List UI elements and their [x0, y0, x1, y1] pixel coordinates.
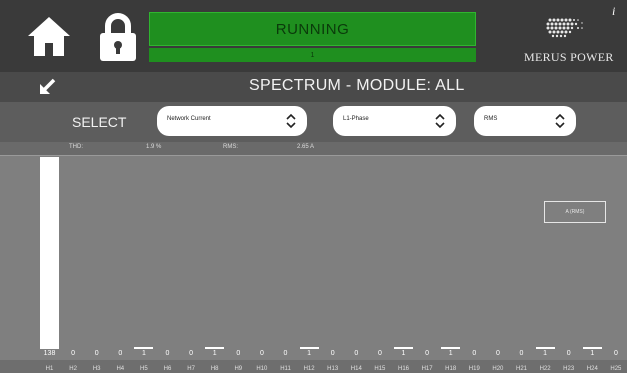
back-arrow-icon[interactable]: [38, 78, 56, 96]
bar-value-label: 1: [543, 350, 548, 357]
spectrum-bar: [441, 347, 461, 349]
info-icon[interactable]: i: [612, 4, 615, 19]
bar-value-label: 0: [472, 350, 477, 357]
chevron-updown-icon: [435, 113, 445, 129]
x-tick-label: H4: [116, 366, 125, 372]
bar-value-label: 0: [71, 350, 76, 357]
x-tick-label: H6: [163, 366, 172, 372]
bar-value-label: 0: [519, 350, 524, 357]
bar-value-label: 0: [118, 350, 123, 357]
x-tick-label: H18: [445, 366, 457, 372]
signal-dropdown[interactable]: Network Current: [157, 106, 307, 136]
spectrum-bar: [134, 347, 154, 349]
thd-value: 1.9 %: [146, 144, 162, 150]
bar-value-label: 0: [377, 350, 382, 357]
spectrum-bar: [205, 347, 225, 349]
x-tick-label: H5: [140, 366, 148, 372]
x-tick-label: H16: [397, 366, 409, 372]
bar-value-label: 0: [330, 350, 335, 357]
bar-value-label: 1: [401, 350, 406, 357]
x-tick-label: H21: [515, 366, 527, 372]
bar-value-label: 0: [259, 350, 264, 357]
phase-dropdown-value: L1-Phase: [343, 116, 369, 122]
x-tick-label: H10: [256, 366, 268, 372]
top-bar: RUNNING 1 MERUS POWER i: [0, 0, 627, 72]
x-tick-label: H13: [327, 366, 339, 372]
spectrum-plot: [0, 155, 627, 360]
x-tick-label: H9: [234, 366, 243, 372]
chevron-updown-icon: [286, 113, 296, 129]
x-tick-label: H22: [539, 366, 551, 372]
measure-dropdown-value: RMS: [484, 116, 498, 122]
bar-value-label: 0: [425, 350, 430, 357]
info-bar: THD: 1.9 % RMS: 2.65 A: [0, 142, 627, 155]
x-tick-label: H23: [563, 366, 575, 372]
bar-value-label: 0: [566, 350, 571, 357]
x-tick-label: H1: [45, 366, 54, 372]
x-tick-label: H12: [303, 366, 315, 372]
bar-value-label: 0: [283, 350, 288, 357]
bar-value-label: 1: [307, 350, 312, 357]
spectrum-bar: [582, 347, 602, 349]
x-tick-label: H19: [468, 366, 480, 372]
lock-icon[interactable]: [97, 12, 139, 62]
select-label: SELECT: [72, 114, 127, 130]
signal-dropdown-value: Network Current: [167, 116, 211, 122]
title-bar: SPECTRUM - MODULE: ALL: [0, 72, 627, 102]
rms-value: 2.65 A: [297, 144, 315, 150]
bar-value-label: 0: [189, 350, 194, 357]
x-tick-label: H2: [69, 366, 77, 372]
bar-value-label: 1: [141, 350, 146, 357]
x-tick-label: H3: [92, 366, 101, 372]
status-text: RUNNING: [149, 12, 476, 46]
bar-value-label: 0: [354, 350, 359, 357]
spectrum-bar: [535, 347, 555, 349]
spectrum-bar: [299, 347, 319, 349]
phase-dropdown[interactable]: L1-Phase: [333, 106, 456, 136]
page-title: SPECTRUM - MODULE: ALL: [249, 77, 465, 94]
x-tick-label: H24: [586, 366, 598, 372]
x-tick-label: H20: [492, 366, 504, 372]
home-icon[interactable]: [26, 14, 72, 58]
bar-value-label: 0: [236, 350, 241, 357]
x-tick-label: H7: [187, 366, 195, 372]
bar-value-label: 1: [212, 350, 217, 357]
chart-legend: A (RMS): [544, 201, 606, 223]
status-indicator: RUNNING 1: [149, 12, 476, 62]
x-tick-label: H11: [280, 366, 291, 372]
bar-value-label: 0: [495, 350, 500, 357]
bar-value-label: 0: [94, 350, 99, 357]
x-tick-label: H14: [350, 366, 362, 372]
bar-value-label: 138: [43, 350, 56, 357]
spectrum-bar: [40, 157, 59, 349]
logo-text: MERUS POWER: [524, 50, 614, 64]
chevron-updown-icon: [555, 113, 565, 129]
bar-value-label: 1: [590, 350, 595, 357]
logo-globe-icon: [546, 18, 583, 38]
x-tick-label: H25: [610, 366, 622, 372]
merus-power-logo: MERUS POWER: [520, 10, 627, 68]
rms-label: RMS:: [223, 144, 238, 150]
bar-value-label: 1: [448, 350, 453, 357]
bar-value-label: 0: [613, 350, 618, 357]
x-tick-label: H17: [421, 366, 433, 372]
select-bar: SELECT Network Current L1-Phase RMS: [0, 102, 627, 142]
status-subtext: 1: [149, 48, 476, 62]
spectrum-bar: [394, 347, 413, 349]
x-tick-label: H8: [210, 366, 219, 372]
measure-dropdown[interactable]: RMS: [474, 106, 576, 136]
thd-label: THD:: [69, 144, 83, 150]
x-tick-label: H15: [374, 366, 386, 372]
bar-value-label: 0: [165, 350, 170, 357]
